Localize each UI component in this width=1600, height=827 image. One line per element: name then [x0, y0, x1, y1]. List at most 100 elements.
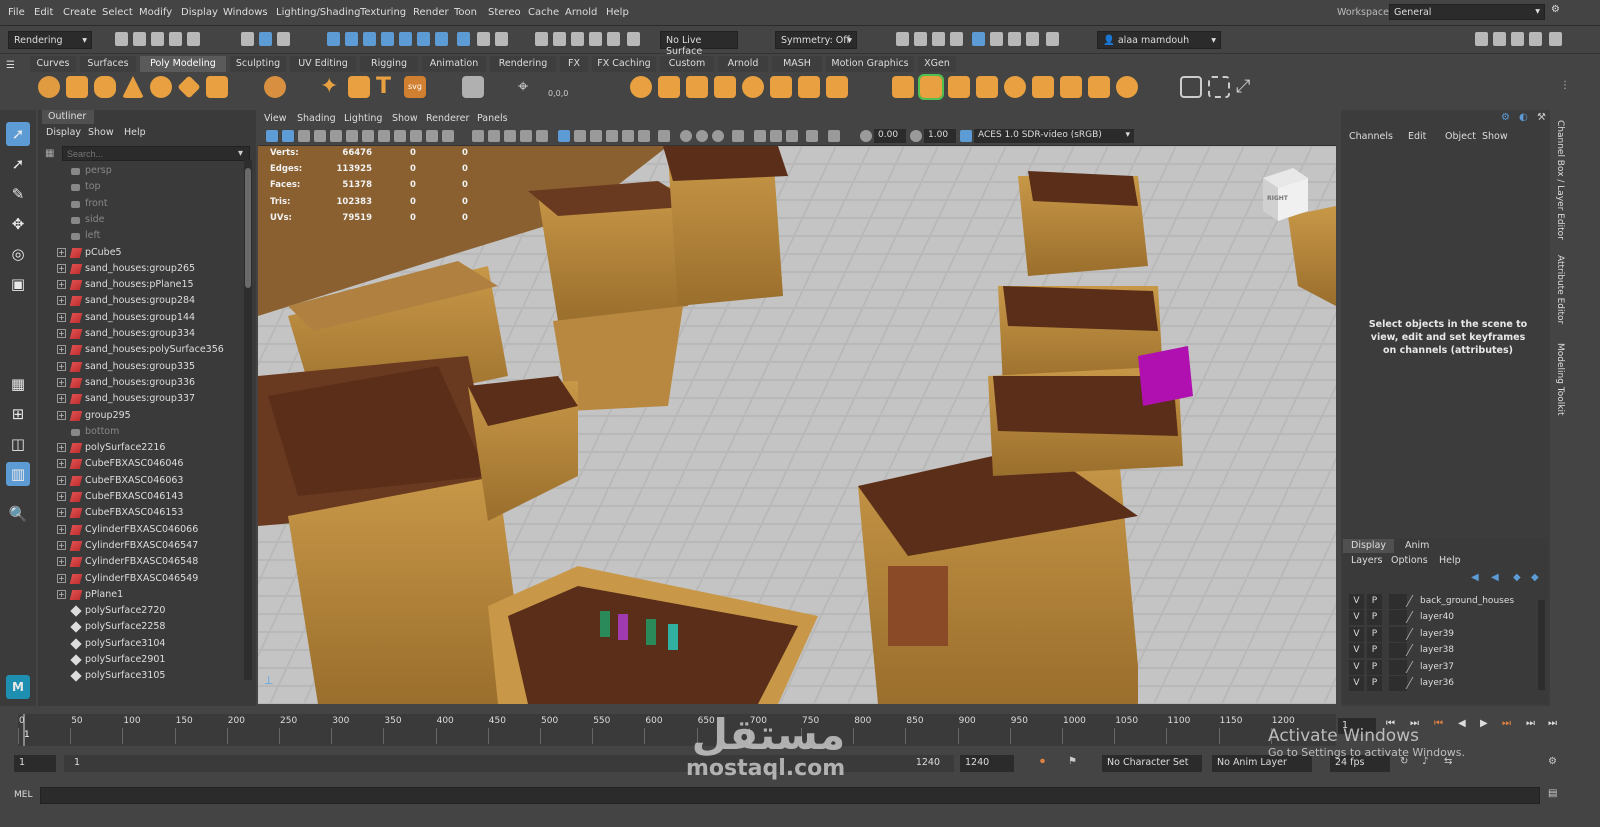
expand-plus-icon[interactable]: + — [57, 361, 66, 371]
shelf-scroll-icon[interactable]: ⋮ — [1560, 80, 1570, 91]
snap-curve-icon[interactable] — [345, 32, 358, 46]
select-hierarchy-icon[interactable] — [241, 32, 254, 46]
channel-menu-channels[interactable]: Channels — [1349, 131, 1393, 142]
uv-cut-icon[interactable]: ⤢ — [1236, 76, 1258, 98]
uv-layout-icon[interactable] — [1208, 76, 1230, 98]
layer-visible-toggle[interactable]: V — [1349, 594, 1364, 609]
expand-plus-icon[interactable]: + — [57, 312, 66, 322]
select-component-icon[interactable] — [277, 32, 290, 46]
outliner-item[interactable]: + sand_houses:group335 — [38, 359, 244, 375]
character-set-dropdown[interactable]: No Character Set — [1102, 755, 1202, 772]
outliner-item[interactable]: + sand_houses:group334 — [38, 326, 244, 342]
shelf-tab-xgen[interactable]: XGen — [918, 56, 956, 72]
render-setup-icon[interactable] — [1008, 32, 1021, 46]
xray-icon[interactable] — [536, 130, 548, 142]
mash-grid-icon[interactable] — [462, 76, 484, 98]
layer-tab-anim[interactable]: Anim — [1397, 539, 1437, 553]
layer-row[interactable]: V Player40 — [1347, 610, 1537, 626]
tab-attribute-editor[interactable]: Attribute Editor — [1555, 255, 1565, 324]
gear-poly-icon[interactable] — [348, 76, 370, 98]
tab-modeling-toolkit[interactable]: Modeling Toolkit — [1555, 343, 1565, 416]
step-forward-icon[interactable]: ⏭ — [1526, 718, 1535, 729]
channel-box-icon[interactable] — [1549, 32, 1562, 46]
outliner-item[interactable]: polySurface2720 — [38, 603, 244, 619]
menu-arnold[interactable]: Arnold — [565, 7, 597, 18]
menu-render[interactable]: Render — [413, 7, 449, 18]
output-ops-icon[interactable] — [571, 32, 584, 46]
play-forwards-icon[interactable]: ▶ — [1480, 718, 1488, 729]
layer-visible-toggle[interactable]: V — [1349, 610, 1364, 626]
end-frame-field[interactable]: 1240 — [960, 755, 1014, 772]
film-gate-icon[interactable] — [362, 130, 374, 142]
select-camera-icon[interactable] — [754, 130, 766, 142]
attribute-editor-icon[interactable] — [1511, 32, 1524, 46]
layer-move-down-icon[interactable]: ◀ — [1491, 572, 1499, 583]
color-management-icon[interactable] — [960, 130, 972, 142]
layer-row[interactable]: V Player39 — [1347, 626, 1537, 643]
textured-icon[interactable] — [558, 130, 570, 142]
select-tool-icon[interactable]: ➚ — [6, 122, 30, 146]
outliner-item[interactable]: + group295 — [38, 408, 244, 424]
scale-tool-icon[interactable]: ▣ — [6, 272, 30, 296]
fill-hole-icon[interactable] — [826, 76, 848, 98]
layer-visible-toggle[interactable]: V — [1349, 659, 1364, 675]
outliner-item[interactable]: + CylinderFBXASC046066 — [38, 522, 244, 538]
four-pane-icon[interactable]: ⊞ — [6, 402, 30, 426]
paint-select-icon[interactable]: ✎ — [6, 182, 30, 206]
outliner-menu-display[interactable]: Display — [46, 127, 81, 138]
shelf-options-icon[interactable]: ☰ — [6, 60, 15, 71]
safe-action-icon[interactable] — [426, 130, 438, 142]
poly-cylinder-icon[interactable] — [94, 76, 116, 98]
layer-playback-toggle[interactable]: P — [1367, 626, 1382, 642]
outliner-item[interactable]: left — [38, 228, 244, 244]
outliner-item[interactable]: + CylinderFBXASC046549 — [38, 571, 244, 587]
layer-visible-toggle[interactable]: V — [1349, 626, 1364, 642]
render-view-icon[interactable] — [990, 32, 1003, 46]
shelf-tab-rigging[interactable]: Rigging — [360, 56, 418, 72]
grid-toggle-icon[interactable] — [472, 130, 484, 142]
poly-sphere-icon[interactable] — [38, 76, 60, 98]
settings-gear-icon[interactable]: ⚙ — [1551, 4, 1560, 15]
layer-menu-help[interactable]: Help — [1439, 555, 1461, 566]
snap-help-icon[interactable] — [457, 32, 470, 46]
timeline-track[interactable]: 1 0 50 100 150 200 250 300 350 400 450 500 550 600 65… — [18, 714, 1336, 746]
exposure-field[interactable]: 0.00 — [874, 129, 906, 143]
outliner-scrollbar[interactable] — [244, 160, 252, 680]
combine-icon[interactable] — [630, 76, 652, 98]
outliner-item[interactable]: + sand_houses:polySurface356 — [38, 342, 244, 358]
link-icon[interactable] — [589, 32, 602, 46]
image-plane-icon[interactable] — [298, 130, 310, 142]
step-forward-key-icon[interactable]: ⏭ — [1502, 718, 1511, 729]
outliner-item[interactable]: polySurface2901 — [38, 652, 244, 668]
playblast-icon[interactable] — [806, 130, 818, 142]
render-region-icon[interactable] — [896, 32, 909, 46]
channel-menu-show[interactable]: Show — [1482, 131, 1508, 142]
move-tool-settings-icon[interactable] — [1493, 32, 1506, 46]
resolution-gate-icon[interactable] — [378, 130, 390, 142]
poly-cone-icon[interactable] — [122, 76, 144, 98]
outliner-item[interactable]: + CubeFBXASC046046 — [38, 456, 244, 472]
origin-coords-icon[interactable]: 0,0,0 — [548, 76, 570, 98]
shelf-tab-rendering[interactable]: Rendering — [490, 56, 556, 72]
viewport-scene[interactable]: RIGHT Verts: 66476 0 0 Edges: 113925 0 0 Faces: 5… — [258, 146, 1336, 704]
layer-color-swatch[interactable] — [1389, 610, 1407, 626]
viewport-menu-panels[interactable]: Panels — [477, 113, 508, 124]
outliner-item[interactable]: polySurface3104 — [38, 636, 244, 652]
menu-texturing[interactable]: Texturing — [360, 7, 406, 18]
open-scene-icon[interactable] — [133, 32, 146, 46]
poly-cube-icon[interactable] — [66, 76, 88, 98]
scrollbar-thumb[interactable] — [245, 168, 251, 288]
motion-blur-icon[interactable] — [622, 130, 634, 142]
field-chart-icon[interactable] — [410, 130, 422, 142]
viewport-menu-view[interactable]: View — [264, 113, 287, 124]
layer-playback-toggle[interactable]: P — [1367, 676, 1382, 691]
magnet-icon[interactable] — [495, 32, 508, 46]
shadows-icon[interactable] — [590, 130, 602, 142]
outliner-item[interactable]: polySurface2258 — [38, 619, 244, 635]
outliner-item[interactable]: + sand_houses:group337 — [38, 391, 244, 407]
history-icon[interactable] — [535, 32, 548, 46]
construction-history-icon[interactable] — [627, 32, 640, 46]
viewport-menu-lighting[interactable]: Lighting — [344, 113, 382, 124]
menu-file[interactable]: File — [8, 7, 25, 18]
wireframe-icon[interactable] — [488, 130, 500, 142]
